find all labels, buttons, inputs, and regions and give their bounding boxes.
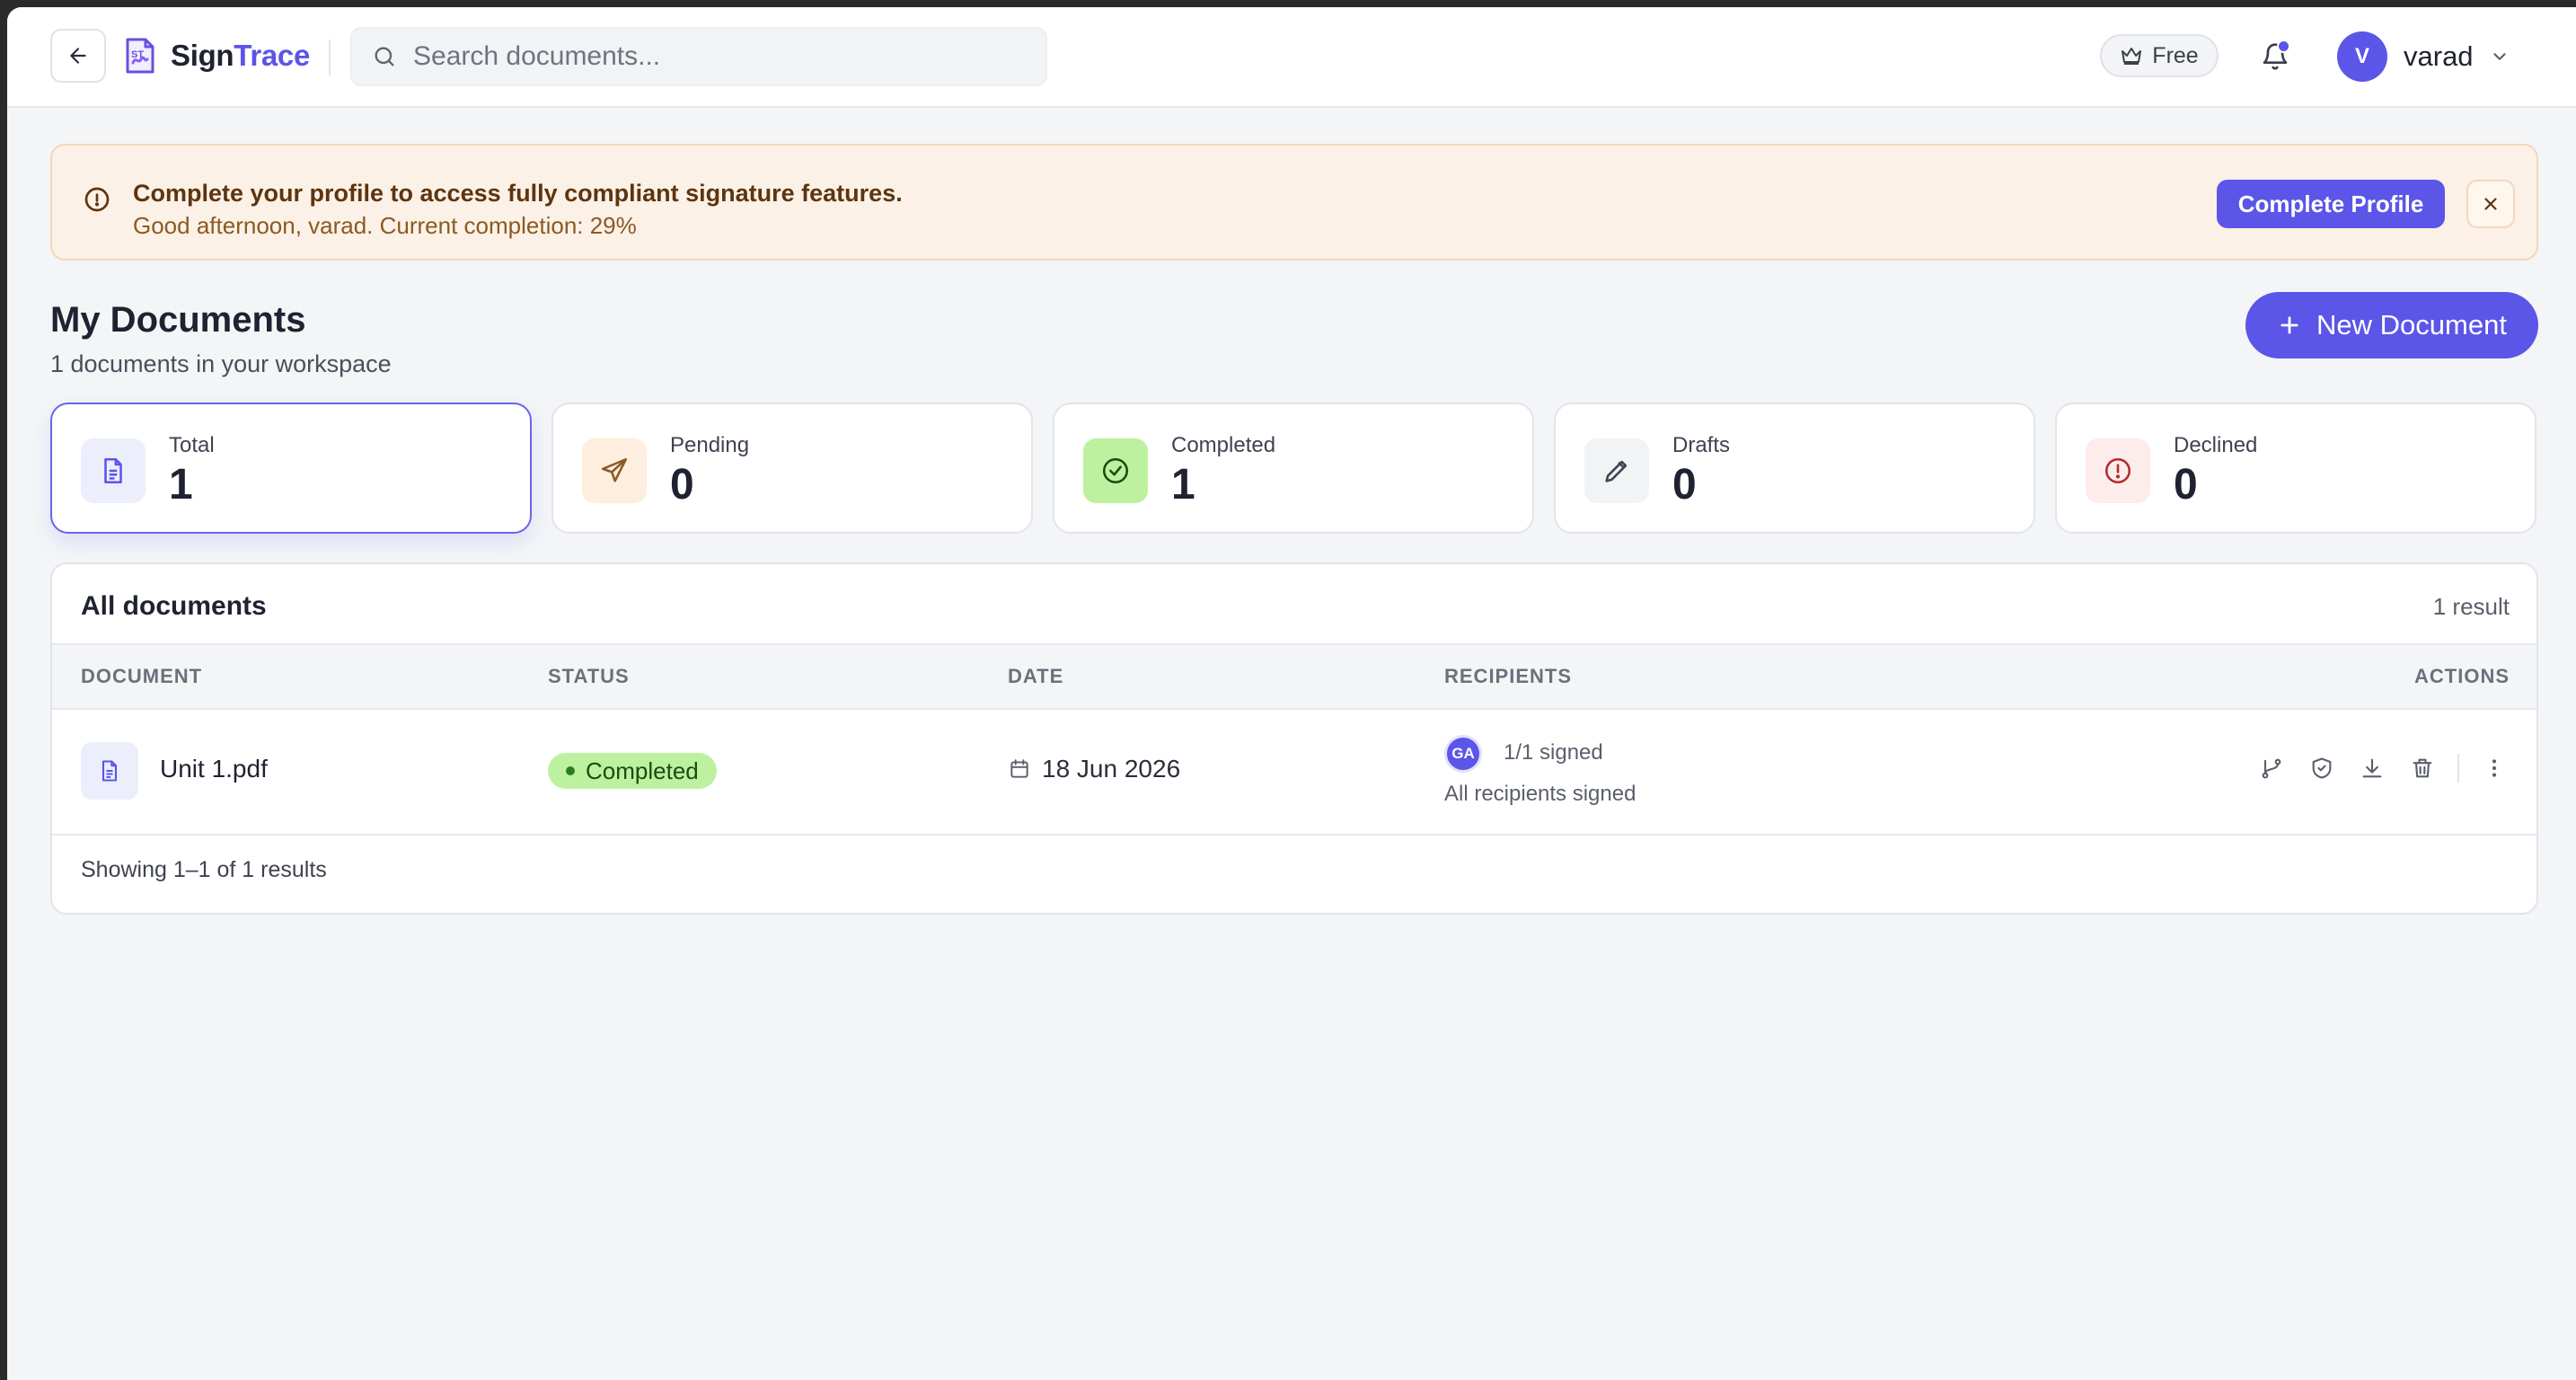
column-header-actions: ACTIONS [2414, 665, 2510, 687]
column-header-document[interactable]: DOCUMENT [81, 665, 202, 688]
document-date: 18 Jun 2026 [1008, 755, 1180, 783]
stat-value: 0 [1672, 461, 1697, 509]
brand-logo[interactable]: ST SignTrace [122, 36, 310, 75]
stat-value: 1 [169, 461, 193, 509]
user-menu[interactable]: V varad [2337, 31, 2510, 82]
stat-label: Drafts [1672, 433, 1731, 457]
signed-count: 1/1 signed [1504, 740, 1603, 765]
header-divider [329, 40, 331, 75]
plan-badge[interactable]: Free [2100, 34, 2219, 77]
git-branch-icon [2262, 758, 2281, 779]
search-input[interactable] [411, 40, 999, 73]
audit-trail-button[interactable] [2256, 753, 2287, 783]
download-button[interactable] [2357, 753, 2387, 783]
close-icon [2484, 198, 2497, 210]
recipient-status: All recipients signed [1444, 782, 1636, 806]
stat-card-drafts[interactable]: Drafts 0 [1554, 402, 2035, 534]
stat-card-pending[interactable]: Pending 0 [551, 402, 1033, 534]
svg-text:ST: ST [131, 49, 144, 60]
banner-subtitle: Good afternoon, varad. Current completio… [133, 212, 637, 239]
banner-title: Complete your profile to access fully co… [133, 180, 903, 207]
file-icon [81, 742, 138, 800]
status-label: Completed [586, 756, 699, 784]
alert-circle-icon [84, 187, 110, 212]
verify-button[interactable] [2307, 753, 2337, 783]
plus-icon [2280, 316, 2298, 334]
crown-icon [2122, 48, 2142, 65]
arrow-left-icon [70, 48, 86, 64]
plan-label: Free [2152, 42, 2199, 68]
stat-label: Completed [1171, 433, 1276, 457]
page-subtitle: 1 documents in your workspace [50, 350, 392, 377]
status-dot [566, 766, 575, 775]
table-title: All documents [81, 591, 267, 621]
stat-card-completed[interactable]: Completed 1 [1053, 402, 1534, 534]
search-box[interactable] [350, 27, 1047, 86]
pagination-summary: Showing 1–1 of 1 results [81, 857, 327, 882]
stat-label: Total [169, 433, 215, 457]
result-count: 1 result [2432, 593, 2510, 620]
send-icon [582, 438, 647, 503]
stat-card-declined[interactable]: Declined 0 [2055, 402, 2536, 534]
shield-check-icon [2312, 757, 2332, 779]
complete-profile-button[interactable]: Complete Profile [2217, 180, 2445, 228]
more-vertical-icon [2492, 759, 2497, 777]
check-circle-icon [1083, 438, 1148, 503]
top-header: ST SignTrace Free V varad [7, 7, 2576, 108]
new-document-label: New Document [2316, 309, 2507, 341]
table-row[interactable]: Unit 1.pdf Completed 18 Jun 2026 GA 1/1 … [52, 710, 2536, 836]
banner-close-button[interactable] [2466, 180, 2515, 228]
actions-divider [2457, 754, 2459, 783]
download-icon [2362, 758, 2382, 778]
calendar-icon [1010, 759, 1028, 778]
column-header-date[interactable]: DATE [1008, 665, 1063, 688]
stat-value: 1 [1171, 461, 1195, 509]
alert-circle-icon [2086, 438, 2150, 503]
notification-dot [2277, 40, 2290, 53]
status-badge: Completed [548, 753, 717, 789]
brand-name: SignTrace [171, 39, 311, 72]
date-value: 18 Jun 2026 [1042, 755, 1181, 783]
stat-label: Pending [670, 433, 750, 457]
profile-alert-banner: Complete your profile to access fully co… [50, 144, 2538, 261]
app-window: ST SignTrace Free V varad Complete your … [7, 7, 2576, 1380]
new-document-button[interactable]: New Document [2245, 292, 2538, 358]
column-header-status[interactable]: STATUS [548, 665, 630, 688]
trash-icon [2413, 758, 2432, 778]
chevron-down-icon [2492, 53, 2506, 60]
document-name[interactable]: Unit 1.pdf [160, 755, 268, 783]
stat-label: Declined [2174, 433, 2258, 457]
back-button[interactable] [50, 29, 106, 83]
stat-card-total[interactable]: Total 1 [50, 402, 532, 534]
row-actions [2256, 753, 2510, 783]
pencil-icon [1584, 438, 1649, 503]
more-options-button[interactable] [2479, 753, 2510, 783]
recipient-avatar: GA [1444, 735, 1482, 773]
delete-button[interactable] [2407, 753, 2438, 783]
user-avatar: V [2337, 31, 2387, 82]
document-icon [81, 438, 146, 503]
stat-value: 0 [670, 461, 694, 509]
stat-value: 0 [2174, 461, 2198, 509]
search-icon [375, 47, 394, 66]
notifications-button[interactable] [2253, 34, 2298, 79]
page-title: My Documents [50, 300, 306, 340]
column-header-recipients[interactable]: RECIPIENTS [1444, 665, 1572, 688]
documents-table-card: All documents 1 result DOCUMENT STATUS D… [50, 562, 2538, 915]
signtrace-logo-icon: ST [126, 38, 154, 74]
empty-area [7, 933, 2576, 1380]
user-name: varad [2404, 40, 2474, 72]
table-header: DOCUMENT STATUS DATE RECIPIENTS ACTIONS [52, 643, 2536, 710]
